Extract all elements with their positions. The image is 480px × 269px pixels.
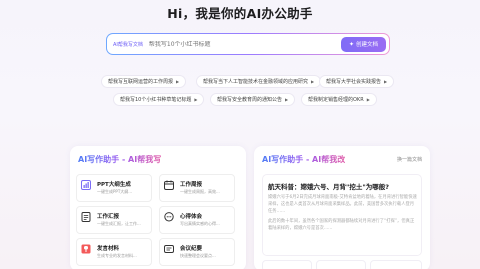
template-tile-meeting-minutes[interactable]: 会议纪要 快速整理会议要点... [159,238,235,266]
arrow-right-icon: ▶ [285,97,289,102]
suggestion-chip[interactable]: 帮我写当下人工智能技术在金融领域的应用研究 ▶ [196,75,322,88]
action-strip[interactable] [370,260,422,269]
ai-write-card: AI写作助手 - AI帮我写 PPT大纲生成 一键生成PPT大纲... 工作周报… [70,146,246,269]
tile-desc: 一键生成汇报，让工作... [97,221,141,226]
arrow-right-icon: ▶ [311,79,315,84]
card-title: AI写作助手 - AI帮我改 [262,155,346,164]
tile-title: 工作汇报 [97,214,120,220]
tile-desc: 一键生成周报，高效... [180,189,220,194]
search-mode-tag[interactable]: AI帮我写文档 [113,41,143,48]
action-strip[interactable] [262,260,312,269]
sample-article[interactable]: 航天科普：嫦娥六号、月背"挖土"为哪般? 嫦娥六号于6月2日完成月球背面南极-艾… [262,174,422,256]
tile-title: PPT大纲生成 [97,182,131,188]
suggestion-label: 帮我写安全教育周的通知公告 [217,97,283,103]
tile-title: 发言材料 [97,246,120,252]
arrow-right-icon: ▶ [366,97,370,102]
template-tile-weekly-report[interactable]: 工作周报 一键生成周报，高效... [159,174,235,202]
suggestion-chip[interactable]: 帮我写互联网运营的工作周报 ▶ [101,75,187,88]
tile-title: 工作周报 [180,182,203,188]
article-title: 航天科普：嫦娥六号、月背"挖土"为哪般? [268,183,390,191]
article-paragraph: 嫦娥六号于6月2日完成月球背面南极-艾特肯盆地的着陆，在月背进行智能快速采样，这… [268,195,417,214]
meeting-icon [164,244,174,254]
search-input[interactable] [148,40,329,48]
search-box[interactable]: AI帮我写文档 ✦ 创建文档 [106,33,390,55]
template-tile-reflection[interactable]: 心得体会 写出真情实感的心得... [159,206,235,234]
suggestion-chip[interactable]: 帮我写安全教育周的通知公告 ▶ [210,93,296,106]
chat-bubble-icon [164,212,174,222]
tile-desc: 写出真情实感的心得... [180,221,220,226]
template-tile-ppt-outline[interactable]: PPT大纲生成 一键生成PPT大纲... [76,174,152,202]
card-title: AI写作助手 - AI帮我写 [78,155,162,164]
arrow-right-icon: ▶ [176,79,180,84]
suggestion-label: 帮我写当下人工智能技术在金融领域的应用研究 [203,79,309,85]
calendar-icon [164,180,174,190]
document-icon [81,212,91,222]
suggestion-chip[interactable]: 帮我制定销售经理的OKR ▶ [301,93,377,106]
suggestion-chip[interactable]: 帮我写大学社会实践报告 ▶ [319,75,395,88]
tile-desc: 快速整理会议要点... [180,253,216,258]
speech-icon [81,244,91,254]
arrow-right-icon: ▶ [384,79,388,84]
tile-title: 会议纪要 [180,246,203,252]
arrow-right-icon: ▶ [194,97,198,102]
chart-icon [81,180,91,190]
suggestion-label: 帮我制定销售经理的OKR [308,97,364,103]
page-title: Hi，我是你的AI办公助手 [167,6,313,21]
fade-overlay [263,229,421,255]
suggestion-label: 帮我写10个小红书种草笔记标题 [120,97,192,103]
template-tile-work-report[interactable]: 工作汇报 一键生成汇报，让工作... [76,206,152,234]
suggestion-label: 帮我写大学社会实践报告 [326,79,382,85]
suggestion-label: 帮我写互联网运营的工作周报 [108,79,174,85]
create-document-button[interactable]: ✦ 创建文档 [341,36,386,52]
tile-desc: 生成专业的发言材料... [97,253,137,258]
tile-desc: 一键生成PPT大纲... [97,189,133,194]
plus-icon: ✦ [348,41,354,48]
suggestion-chip[interactable]: 帮我写10个小红书种草笔记标题 ▶ [113,93,205,106]
create-document-label: 创建文档 [356,42,379,48]
action-strip[interactable] [316,260,366,269]
template-tile-speech[interactable]: 发言材料 生成专业的发言材料... [76,238,152,266]
ai-edit-card: AI写作助手 - AI帮我改 换一篇文档 航天科普：嫦娥六号、月背"挖土"为哪般… [254,146,430,269]
tile-title: 心得体会 [180,214,203,220]
swap-document-link[interactable]: 换一篇文档 [397,156,422,163]
